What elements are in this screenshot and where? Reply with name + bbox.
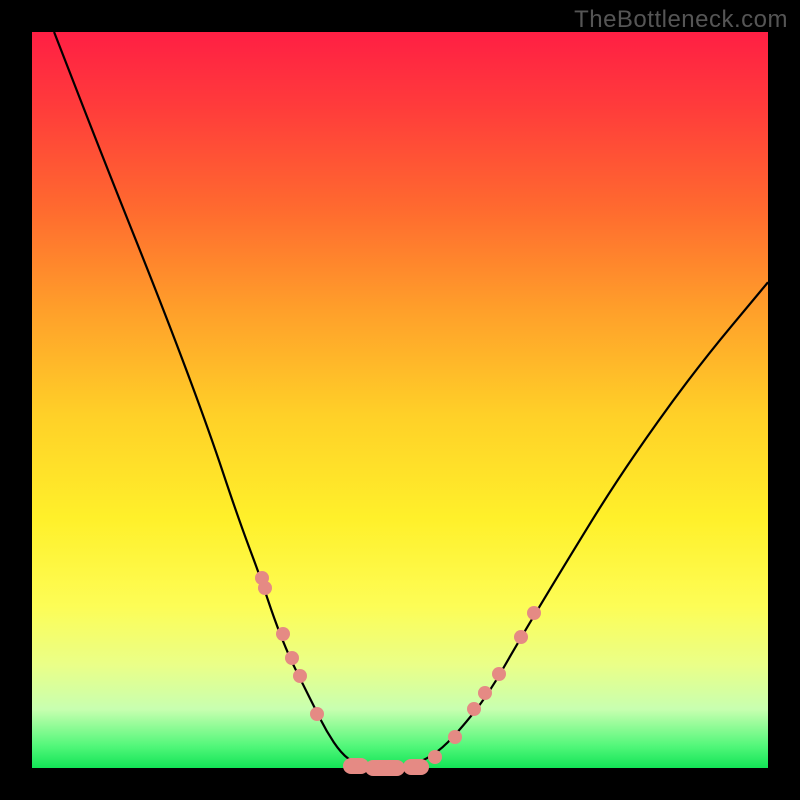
- data-marker: [514, 630, 528, 644]
- data-marker: [448, 730, 462, 744]
- data-marker: [428, 750, 442, 764]
- marker-layer: [32, 32, 768, 768]
- data-marker: [365, 760, 405, 776]
- data-marker: [403, 759, 429, 775]
- watermark-text: TheBottleneck.com: [574, 6, 788, 34]
- data-marker: [276, 627, 290, 641]
- data-marker: [310, 707, 324, 721]
- chart-frame: TheBottleneck.com: [0, 0, 800, 800]
- data-marker: [467, 702, 481, 716]
- plot-area: [32, 32, 768, 768]
- data-marker: [285, 651, 299, 665]
- data-marker: [478, 686, 492, 700]
- data-marker: [258, 581, 272, 595]
- data-marker: [293, 669, 307, 683]
- data-marker: [527, 606, 541, 620]
- data-marker: [492, 667, 506, 681]
